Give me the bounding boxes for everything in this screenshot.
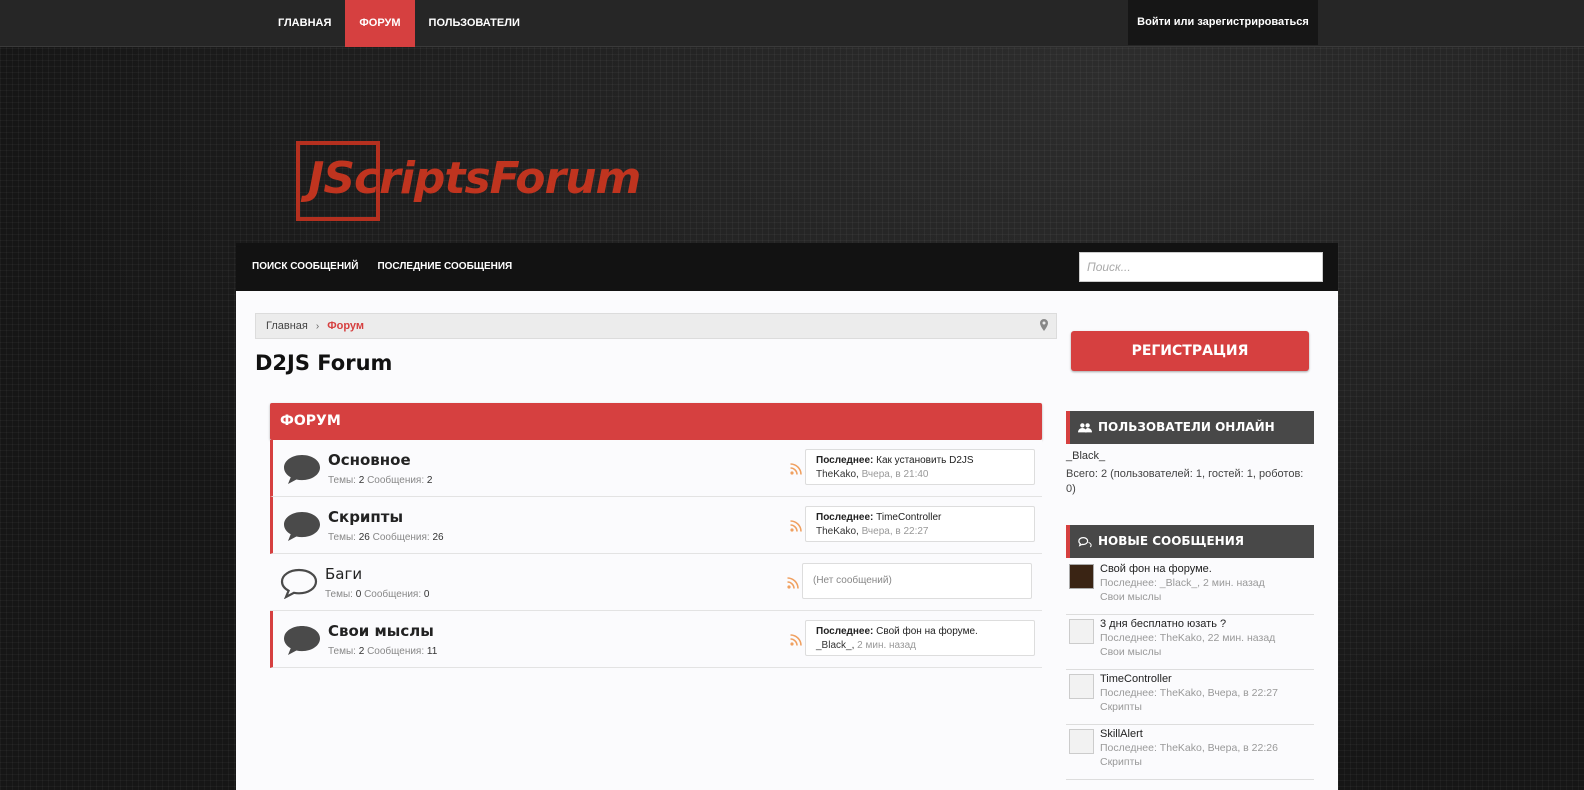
forum-title[interactable]: Скрипты [328, 508, 403, 526]
last-post-time: 2 мин. назад [857, 640, 916, 651]
forum-title[interactable]: Свои мыслы [328, 622, 434, 640]
top-nav: ГЛАВНАЯ ФОРУМ ПОЛЬЗОВАТЕЛИ [264, 0, 534, 47]
last-post-time: Вчера, в 21:40 [861, 469, 929, 480]
new-post-item[interactable]: Свой фон на форуме. Последнее: _Black_, … [1066, 561, 1314, 615]
main-content: Главная › Форум D2JS Forum ФОРУМ Основно… [236, 291, 1338, 790]
nav-home[interactable]: ГЛАВНАЯ [264, 0, 345, 47]
breadcrumb: Главная › Форум [255, 313, 1057, 339]
online-user-link[interactable]: _Black_ [1066, 450, 1105, 462]
secondary-nav: ПОИСК СООБЩЕНИЙ ПОСЛЕДНИЕ СООБЩЕНИЯ [236, 243, 1338, 291]
forum-row: Баги Темы: 0 Сообщения: 0 (Нет сообщений… [270, 554, 1042, 611]
new-post-meta: Последнее: TheKako, Вчера, в 22:27 [1100, 687, 1278, 699]
new-post-item[interactable]: TimeController Последнее: TheKako, Вчера… [1066, 671, 1314, 725]
new-post-title[interactable]: Свой фон на форуме. [1100, 563, 1212, 575]
rss-icon[interactable] [790, 520, 802, 532]
new-post-forum[interactable]: Свои мыслы [1100, 646, 1161, 658]
new-post-item[interactable]: SkillAlert Последнее: TheKako, Вчера, в … [1066, 726, 1314, 780]
breadcrumb-home[interactable]: Главная [266, 320, 308, 332]
nav-forum[interactable]: ФОРУМ [345, 0, 415, 47]
new-posts-header: НОВЫЕ СООБЩЕНИЯ [1066, 525, 1314, 558]
last-post-time: Вчера, в 22:27 [861, 526, 929, 537]
new-post-title[interactable]: 3 дня бесплатно юзать ? [1100, 618, 1226, 630]
login-register-button[interactable]: Войти или зарегистрироваться [1128, 0, 1318, 45]
new-post-forum[interactable]: Скрипты [1100, 756, 1142, 768]
rss-icon[interactable] [787, 577, 799, 589]
forum-stats: Темы: 26 Сообщения: 26 [328, 532, 444, 543]
user-avatar[interactable] [1069, 674, 1094, 699]
speech-bubble-icon [284, 455, 320, 484]
user-avatar[interactable] [1069, 619, 1094, 644]
last-post-box: Последнее: Как установить D2JS TheKako, … [805, 449, 1035, 485]
forum-stats: Темы: 2 Сообщения: 11 [328, 646, 438, 657]
recent-posts-link[interactable]: ПОСЛЕДНИЕ СООБЩЕНИЯ [377, 243, 512, 291]
rss-icon[interactable] [790, 463, 802, 475]
user-avatar[interactable] [1069, 729, 1094, 754]
speech-bubble-icon [284, 626, 320, 655]
forum-title[interactable]: Основное [328, 451, 411, 469]
top-bar: ГЛАВНАЯ ФОРУМ ПОЛЬЗОВАТЕЛИ Войти или зар… [0, 0, 1584, 47]
last-post-box: Последнее: TimeController TheKako, Вчера… [805, 506, 1035, 542]
new-post-forum[interactable]: Свои мыслы [1100, 591, 1161, 603]
search-posts-link[interactable]: ПОИСК СООБЩЕНИЙ [252, 243, 358, 291]
forum-title[interactable]: Баги [325, 565, 362, 583]
forum-stats: Темы: 2 Сообщения: 2 [328, 475, 433, 486]
forum-row: Скрипты Темы: 26 Сообщения: 26 Последнее… [270, 497, 1042, 554]
comments-icon [1078, 536, 1092, 547]
online-users-header: ПОЛЬЗОВАТЕЛИ ОНЛАЙН [1066, 411, 1314, 444]
last-post-user[interactable]: TheKako, [816, 469, 859, 480]
new-post-title[interactable]: TimeController [1100, 673, 1172, 685]
nav-users[interactable]: ПОЛЬЗОВАТЕЛИ [415, 0, 534, 47]
forum-row: Свои мыслы Темы: 2 Сообщения: 11 Последн… [270, 611, 1042, 668]
site-logo[interactable]: JScriptsForum [296, 141, 696, 223]
rss-icon[interactable] [790, 634, 802, 646]
new-post-meta: Последнее: _Black_, 2 мин. назад [1100, 577, 1265, 589]
last-post-box: Последнее: Свой фон на форуме. _Black_, … [805, 620, 1035, 656]
forum-stats: Темы: 0 Сообщения: 0 [325, 589, 430, 600]
last-post-title[interactable]: Как установить D2JS [876, 455, 973, 466]
breadcrumb-current[interactable]: Форум [327, 320, 364, 332]
page-title: D2JS Forum [255, 351, 393, 375]
users-icon [1078, 422, 1092, 432]
new-post-meta: Последнее: TheKako, 22 мин. назад [1100, 632, 1276, 644]
location-pin-icon[interactable] [1040, 319, 1048, 331]
online-total: Всего: 2 (пользователей: 1, гостей: 1, р… [1066, 468, 1304, 495]
logo-text: JScriptsForum [308, 153, 641, 204]
forum-row: Основное Темы: 2 Сообщения: 2 Последнее:… [270, 440, 1042, 497]
new-post-title[interactable]: SkillAlert [1100, 728, 1143, 740]
last-post-user[interactable]: TheKako, [816, 526, 859, 537]
last-post-title[interactable]: TimeController [876, 512, 941, 523]
forum-category-header[interactable]: ФОРУМ [270, 403, 1042, 440]
speech-bubble-icon [284, 512, 320, 541]
new-post-item[interactable]: 3 дня бесплатно юзать ? Последнее: TheKa… [1066, 616, 1314, 670]
last-post-box-empty: (Нет сообщений) [802, 563, 1032, 599]
chevron-right-icon: › [315, 320, 320, 332]
user-avatar[interactable] [1069, 564, 1094, 589]
last-post-user[interactable]: _Black_, [816, 640, 854, 651]
new-post-meta: Последнее: TheKako, Вчера, в 22:26 [1100, 742, 1278, 754]
new-post-forum[interactable]: Скрипты [1100, 701, 1142, 713]
register-button[interactable]: РЕГИСТРАЦИЯ [1071, 331, 1309, 371]
last-post-title[interactable]: Свой фон на форуме. [876, 626, 978, 637]
search-input[interactable] [1079, 252, 1323, 282]
speech-bubble-outline-icon [280, 568, 318, 599]
